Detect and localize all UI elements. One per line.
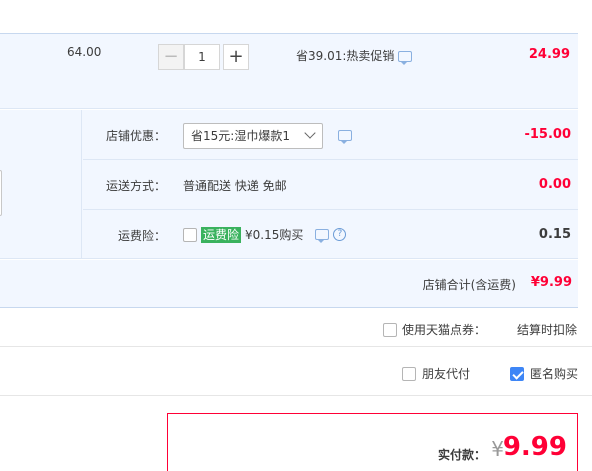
promo-text: 省39.01:热卖促销 [296,47,413,65]
shipping-row: 运送方式： 普通配送 快递 免邮 0.00 [83,160,578,210]
store-subtotal-value: ¥9.99 [530,275,572,290]
coupon-label: 使用天猫点券： [402,323,487,337]
shipping-value: 0.00 [538,177,571,192]
insurance-label: 运费险： [117,229,166,243]
insurance-tag: 运费险 [201,226,242,243]
friend-pay-checkbox[interactable] [402,366,416,381]
decrease-quantity-button[interactable]: − [158,44,184,70]
anonymous-checkbox[interactable] [510,366,524,381]
final-total-value: 9.99 [502,432,567,462]
chat-icon[interactable] [338,130,352,144]
item-total: 24.99 [528,47,570,62]
store-options: 店铺优惠： 省15元:湿巾爆款1 -15.00 运送方式： 普通配送 快递 免邮… [0,110,578,259]
store-discount-value: -15.00 [524,127,571,142]
chat-icon[interactable] [315,229,330,243]
chat-icon[interactable] [398,51,413,65]
chevron-down-icon [304,127,316,139]
insurance-row: 运费险： 运费险 ¥0.15购买 ? 0.15 [83,210,578,260]
friend-pay-label: 朋友代付 [422,367,471,381]
shipping-label: 运送方式： [105,179,166,193]
payment-options-row: 朋友代付 匿名购买 [0,348,592,396]
friend-pay-option: 朋友代付 [402,365,470,382]
increase-quantity-button[interactable]: + [223,44,249,70]
store-discount-label: 店铺优惠： [105,129,166,143]
store-discount-row: 店铺优惠： 省15元:湿巾爆款1 -15.00 [83,110,578,160]
coupon-option: 使用天猫点券： [383,321,486,338]
insurance-checkbox[interactable] [183,227,197,242]
quantity-stepper: − 1 + [158,44,249,72]
store-discount-selected: 省15元:湿巾爆款1 [191,129,290,143]
final-total-label: 实付款： [437,448,486,462]
store-discount-select[interactable]: 省15元:湿巾爆款1 [183,123,323,149]
anonymous-option: 匿名购买 [510,365,578,382]
message-input[interactable] [0,170,2,216]
store-message-area [0,110,82,259]
insurance-option: 运费险 ¥0.15购买 ? [183,226,347,243]
coupon-row: 使用天猫点券： 结算时扣除 [0,309,592,347]
store-subtotal-row: 店铺合计(含运费) ¥9.99 [0,260,578,308]
store-subtotal-label: 店铺合计(含运费) [422,278,516,292]
shipping-method: 普通配送 快递 免邮 [183,179,287,193]
anonymous-label: 匿名购买 [530,367,579,381]
final-total-box: 实付款： ¥ 9.99 [167,413,578,471]
unit-price: 64.00 [67,45,102,59]
coupon-note: 结算时扣除 [517,323,578,337]
quantity-input[interactable]: 1 [184,44,220,70]
insurance-value: 0.15 [538,227,571,242]
insurance-price: ¥0.15购买 [245,228,304,242]
product-row: 64.00 − 1 + 省39.01:热卖促销 24.99 [0,33,578,109]
promo-label: 省39.01:热卖促销 [296,49,395,63]
coupon-checkbox[interactable] [383,322,397,337]
help-icon[interactable]: ? [333,228,347,241]
